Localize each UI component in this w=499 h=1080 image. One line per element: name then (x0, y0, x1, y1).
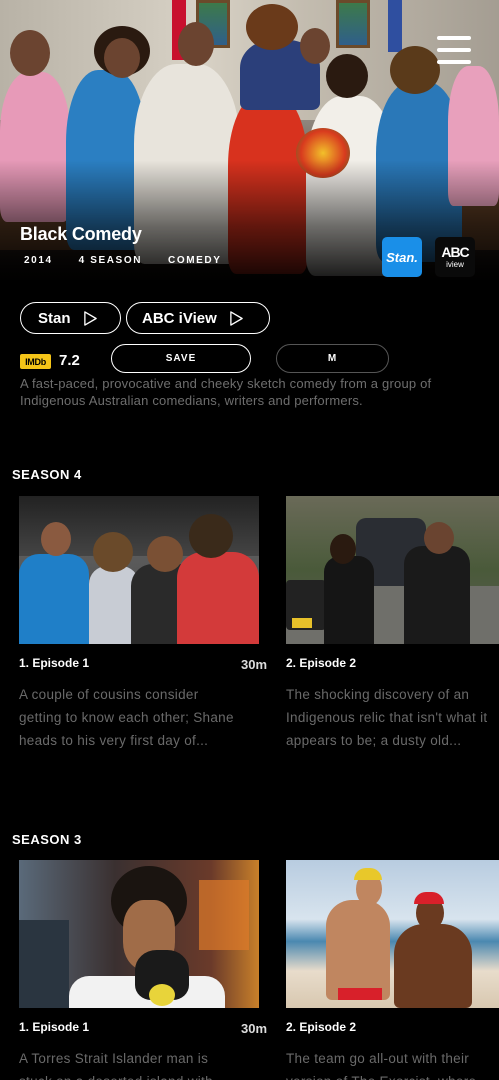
episode-description-line: A Torres Strait Islander man is (19, 1051, 209, 1066)
show-title: Black Comedy (20, 224, 142, 244)
season-heading: SEASON 4 (12, 467, 82, 482)
play-outline-icon (229, 310, 243, 326)
episode-title[interactable]: 2. Episode 2 (286, 656, 499, 670)
show-meta: 2014 4 SEASON COMEDY (24, 255, 248, 266)
episode-title[interactable]: 1. Episode 1 (19, 656, 89, 670)
episode-description-line: Indigenous relic that isn't what it (286, 710, 488, 725)
abc-badge-label: iview (446, 260, 464, 269)
episode-thumbnail[interactable] (286, 496, 499, 644)
imdb-logo-icon: IMDb (20, 354, 51, 369)
season-heading: SEASON 3 (12, 832, 82, 847)
episode-title[interactable]: 1. Episode 1 (19, 1020, 89, 1034)
hero-person-head (300, 28, 330, 64)
episode-description-line: A couple of cousins consider (19, 687, 199, 702)
watch-on-abc-iview-button[interactable]: ABC iView (126, 302, 270, 334)
hero-person-head (10, 30, 50, 76)
episode-duration: 30m (241, 657, 268, 672)
episode-thumbnail[interactable] (19, 860, 259, 1008)
hero-person-hair (390, 46, 440, 94)
episode-description: The shocking discovery of an Indigenous … (286, 683, 499, 752)
episode-description-line: heads to his very first day of... (19, 733, 209, 748)
hamburger-menu-icon[interactable] (437, 36, 471, 64)
hero-person-hair (326, 54, 368, 98)
episode-description: The team go all-out with their version o… (286, 1047, 499, 1080)
watch-on-stan-button[interactable]: Stan (20, 302, 121, 334)
stan-logo-badge[interactable]: Stan. (382, 237, 422, 277)
hero-stained-window (336, 0, 370, 48)
hero-flag (388, 0, 402, 52)
more-button[interactable]: M (276, 344, 389, 373)
episode-description: A Torres Strait Islander man is stuck on… (19, 1047, 259, 1080)
episode-description-line: appears to be; a dusty old... (286, 733, 462, 748)
imdb-score: 7.2 (59, 352, 80, 369)
episode-thumbnail[interactable] (286, 860, 499, 1008)
episode-description: A couple of cousins consider getting to … (19, 683, 259, 752)
abc-iview-logo-badge[interactable]: ABC iview (435, 237, 475, 277)
hero-person-head (104, 38, 140, 78)
hero-person-head (178, 22, 214, 66)
episode-thumbnail[interactable] (19, 496, 259, 644)
episode-description-line: The shocking discovery of an (286, 687, 470, 702)
abc-logo-icon: ABC (441, 244, 469, 260)
watch-button-label: ABC iView (142, 309, 217, 327)
show-genre: COMEDY (168, 255, 222, 266)
watch-button-label: Stan (38, 309, 71, 327)
episode-duration: 30m (241, 1021, 268, 1036)
episode-description-line: getting to know each other; Shane (19, 710, 234, 725)
show-season-count: 4 SEASON (78, 255, 143, 266)
episode-description-line: version of The Exorcist, where (286, 1070, 499, 1080)
episode-description-line: The team go all-out with their (286, 1051, 470, 1066)
play-outline-icon (83, 310, 97, 326)
hero-person-hair (246, 4, 298, 50)
episode-title[interactable]: 2. Episode 2 (286, 1020, 499, 1034)
episode-description-line: stuck on a deserted island with (19, 1070, 259, 1080)
show-year: 2014 (24, 255, 53, 266)
save-button[interactable]: SAVE (111, 344, 251, 373)
show-description: A fast-paced, provocative and cheeky ske… (20, 376, 432, 408)
stan-badge-label: Stan. (386, 249, 418, 265)
